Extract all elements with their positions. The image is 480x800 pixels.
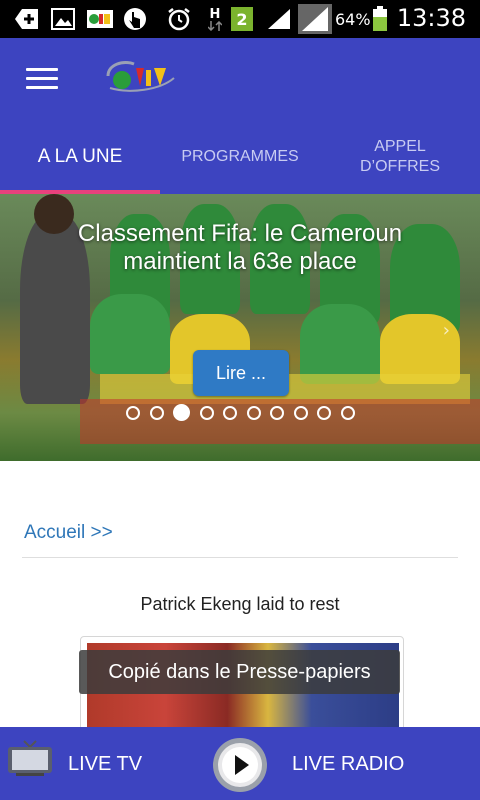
- tab-bar: A LA UNE PROGRAMMES APPEL D’OFFRES: [0, 120, 480, 194]
- alarm-icon: [166, 7, 192, 31]
- play-icon[interactable]: [212, 737, 268, 793]
- clock: 13:38: [396, 4, 466, 32]
- hero-title[interactable]: Classement Fifa: le Cameroun maintient l…: [40, 220, 440, 276]
- carousel-dot-active[interactable]: [173, 404, 190, 421]
- signal-icon: [266, 7, 292, 31]
- tap-icon: [122, 7, 148, 31]
- carousel-dot[interactable]: [270, 406, 284, 420]
- tab-appel-doffres[interactable]: APPEL D’OFFRES: [320, 120, 480, 194]
- app-bar: [0, 38, 480, 120]
- image-icon: [50, 7, 76, 31]
- carousel-indicator: [126, 404, 364, 421]
- hamburger-icon[interactable]: [26, 68, 58, 92]
- battery-icon: [372, 6, 388, 31]
- bottom-bar: LIVE TV LIVE RADIO: [0, 727, 480, 800]
- crtv-logo[interactable]: [100, 56, 180, 96]
- article-title[interactable]: Patrick Ekeng laid to rest: [0, 594, 480, 615]
- crtv-notification-icon: [86, 7, 114, 31]
- tab-programmes[interactable]: PROGRAMMES: [160, 120, 320, 194]
- toast-message: Copié dans le Presse-papiers: [79, 650, 400, 694]
- live-tv-button[interactable]: LIVE TV: [68, 753, 142, 776]
- chevron-right-icon[interactable]: ›: [443, 320, 450, 341]
- carousel-dot[interactable]: [126, 406, 140, 420]
- read-more-button[interactable]: Lire ...: [193, 350, 289, 396]
- divider: [22, 557, 458, 558]
- carousel-dot[interactable]: [149, 406, 164, 420]
- carousel-dot[interactable]: [317, 406, 331, 420]
- tv-icon[interactable]: [6, 739, 54, 777]
- breadcrumb[interactable]: Accueil >>: [24, 522, 113, 544]
- carousel-dot[interactable]: [293, 406, 308, 420]
- tab-a-la-une[interactable]: A LA UNE: [0, 120, 160, 194]
- carousel-dot[interactable]: [199, 406, 214, 420]
- carousel-dot[interactable]: [223, 406, 237, 420]
- sim-2-icon: 2: [231, 7, 253, 31]
- live-radio-button[interactable]: LIVE RADIO: [292, 753, 404, 776]
- hero-carousel[interactable]: Classement Fifa: le Cameroun maintient l…: [0, 194, 480, 461]
- network-h-icon: H: [206, 7, 224, 31]
- carousel-dot[interactable]: [246, 406, 261, 420]
- add-icon: [14, 7, 40, 31]
- signal-icon: [298, 4, 332, 34]
- status-bar: H 2 64% 13:38: [0, 0, 480, 38]
- battery-percent: 64%: [335, 10, 371, 29]
- carousel-dot[interactable]: [340, 406, 355, 420]
